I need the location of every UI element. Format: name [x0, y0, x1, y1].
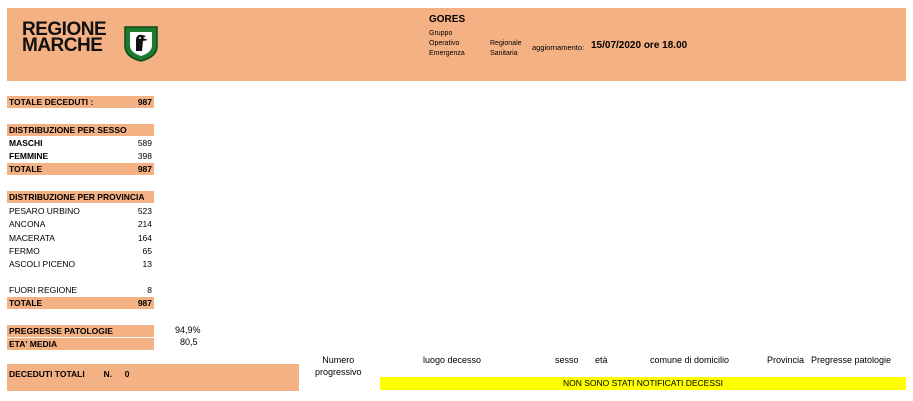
sesso-row-femmine: FEMMINE 398: [7, 150, 154, 162]
col-header-comune: comune di domicilio: [650, 355, 730, 365]
col-header-numero-line: progressivo: [315, 367, 362, 377]
col-header-numero-line: Numero: [322, 355, 355, 365]
sesso-totale-value: 987: [137, 164, 152, 174]
gores-sub-line: Gruppo: [429, 30, 453, 37]
pregresse-patologie-label: PREGRESSE PATOLOGIE: [9, 326, 113, 336]
provincia-value: 523: [137, 206, 152, 216]
provincia-totale-label: TOTALE: [9, 298, 43, 308]
provincia-section-title: DISTRIBUZIONE PER PROVINCIA: [7, 191, 154, 203]
sesso-totale-row: TOTALE 987: [7, 163, 154, 175]
sesso-totale-label: TOTALE: [9, 164, 43, 174]
provincia-value: 214: [137, 219, 152, 229]
logo-wordmark: REGIONE MARCHE: [22, 20, 107, 56]
eta-media-row: ETA' MEDIA: [7, 338, 154, 350]
sesso-section-title: DISTRIBUZIONE PER SESSO: [7, 124, 154, 136]
pregresse-patologie-row: PREGRESSE PATOLOGIE: [7, 325, 154, 337]
totale-deceduti-row: TOTALE DECEDUTI : 987: [7, 96, 154, 108]
sesso-title: DISTRIBUZIONE PER SESSO: [9, 125, 127, 135]
eta-media-label: ETA' MEDIA: [9, 339, 58, 349]
regionale-sub-line: Sanitaria: [490, 50, 518, 57]
deceduti-totali-text: DECEDUTI TOTALI: [9, 369, 85, 379]
sesso-row-maschi: MASCHI 589: [7, 137, 154, 149]
provincia-row: PESARO URBINO 523: [7, 205, 154, 217]
totale-deceduti-label: TOTALE DECEDUTI :: [9, 97, 94, 107]
fuori-regione-value: 8: [147, 285, 152, 295]
update-timestamp: 15/07/2020 ore 18.00: [591, 40, 688, 51]
sesso-label: MASCHI: [9, 138, 43, 148]
provincia-label: MACERATA: [9, 233, 55, 243]
sesso-value: 398: [137, 151, 152, 161]
col-header-luogo: luogo decesso: [423, 355, 482, 365]
totale-deceduti-value: 987: [137, 97, 152, 107]
regionale-subtitle: Regionale Sanitaria: [490, 39, 522, 59]
regionale-sub-line: Regionale: [490, 40, 522, 47]
regione-marche-logo: REGIONE MARCHE: [22, 20, 162, 66]
logo-line-2: MARCHE: [22, 35, 103, 56]
gores-sub-line: Emergenza: [429, 50, 465, 57]
provincia-row: ASCOLI PICENO 13: [7, 258, 154, 270]
provincia-row: ANCONA 214: [7, 218, 154, 230]
gores-subtitle: Gruppo Operativo Emergenza: [429, 29, 465, 59]
col-header-provincia: Provincia: [767, 355, 805, 365]
pregresse-patologie-value: 94,9%: [175, 325, 201, 335]
provincia-label: ANCONA: [9, 219, 46, 229]
provincia-row: MACERATA 164: [7, 232, 154, 244]
provincia-totale-row: TOTALE 987: [7, 297, 154, 309]
aggiornamento-label: aggiornamento:: [532, 43, 585, 52]
gores-title: GORES: [429, 14, 466, 25]
col-header-patologie: Pregresse patologie: [811, 355, 892, 365]
col-header-sesso: sesso: [555, 355, 579, 365]
deceduti-totali-box: DECEDUTI TOTALI N. 0: [7, 364, 299, 391]
gores-sub-line: Operativo: [429, 40, 460, 47]
deceduti-totali-n-label: N.: [103, 369, 112, 379]
eta-media-value: 80,5: [180, 337, 198, 347]
provincia-value: 13: [142, 259, 152, 269]
deceduti-totali-value: 0: [124, 369, 130, 379]
provincia-row: FERMO 65: [7, 245, 154, 257]
provincia-title: DISTRIBUZIONE PER PROVINCIA: [9, 192, 145, 202]
sesso-label: FEMMINE: [9, 151, 49, 161]
no-deaths-notice: NON SONO STATI NOTIFICATI DECESSI: [380, 377, 906, 390]
col-header-numero: Numero progressivo: [315, 354, 362, 378]
provincia-value: 164: [137, 233, 152, 243]
provincia-label: PESARO URBINO: [9, 206, 80, 216]
fuori-regione-label: FUORI REGIONE: [9, 285, 78, 295]
col-header-eta: età: [595, 355, 608, 365]
provincia-value: 65: [142, 246, 152, 256]
fuori-regione-row: FUORI REGIONE 8: [7, 284, 154, 296]
sesso-value: 589: [137, 138, 152, 148]
deceduti-totali-label: DECEDUTI TOTALI N. 0: [9, 369, 129, 379]
woodpecker-shield-icon: [124, 26, 158, 62]
provincia-totale-value: 987: [137, 298, 152, 308]
provincia-label: FERMO: [9, 246, 40, 256]
provincia-label: ASCOLI PICENO: [9, 259, 76, 269]
